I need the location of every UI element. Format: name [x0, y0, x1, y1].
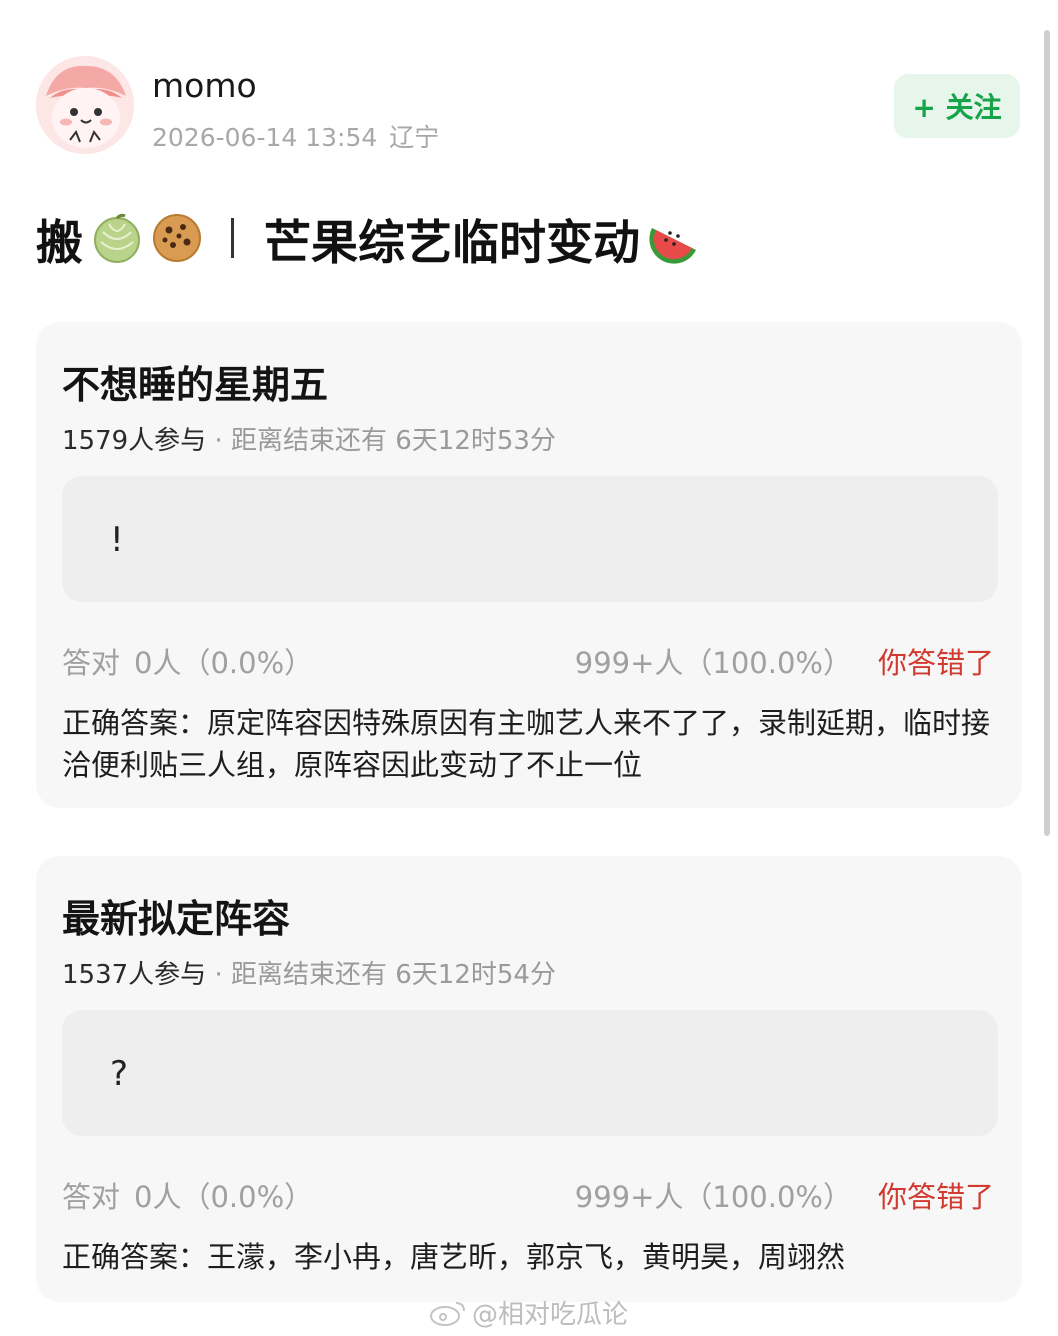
answer-option[interactable]: ! — [62, 476, 998, 602]
melon-icon — [94, 213, 140, 263]
wrong-stat: 999+人（100.0%） 你答错了 — [575, 640, 994, 682]
post-datetime: 2026-06-14 13:54 — [152, 123, 378, 152]
avatar-image — [36, 56, 134, 154]
quiz-participants: 1537人参与 — [62, 960, 207, 990]
correct-answer: 正确答案：原定阵容因特殊原因有主咖艺人来不了了，录制延期，临时接洽便利贴三人组，… — [62, 706, 991, 782]
correct-answer: 正确答案：王濛，李小冉，唐艺昕，郭京飞，黄明昊，周翊然 — [62, 1240, 846, 1274]
quiz-countdown: · 距离结束还有 6天12时54分 — [214, 960, 556, 990]
correct-count: 0人（0.0%） — [134, 1180, 314, 1214]
follow-button[interactable]: + 关注 — [894, 74, 1020, 138]
quiz-meta: 1537人参与 · 距离结束还有 6天12时54分 — [62, 954, 556, 991]
quiz-card: 不想睡的星期五 1579人参与 · 距离结束还有 6天12时53分 ! 答对 0人… — [36, 322, 1022, 808]
title-separator — [231, 218, 234, 258]
avatar[interactable] — [36, 56, 134, 154]
quiz-title: 最新拟定阵容 — [62, 897, 291, 941]
post-title-prefix: 搬 — [36, 215, 83, 271]
username[interactable]: momo — [152, 66, 257, 105]
scrollbar[interactable] — [1044, 30, 1050, 836]
post-title: 搬 芒果综艺临时变动 — [36, 206, 700, 271]
quiz-title: 不想睡的星期五 — [62, 363, 329, 407]
post-location: 辽宁 — [389, 123, 440, 152]
watermark: @相对吃瓜论 — [428, 1294, 628, 1330]
correct-stat: 答对 0人（0.0%） — [62, 1174, 327, 1216]
answer-option-text: ? — [110, 1054, 129, 1094]
wrong-count: 999+人（100.0%） — [574, 1180, 852, 1214]
result-label: 你答错了 — [877, 646, 994, 680]
answer-option-text: ! — [110, 520, 124, 560]
wrong-count: 999+人（100.0%） — [574, 646, 852, 680]
post-meta: 2026-06-14 13:54 辽宁 — [152, 118, 451, 154]
correct-label: 答对 — [62, 1180, 121, 1214]
post-title-main: 芒果综艺临时变动 — [264, 215, 640, 271]
result-label: 你答错了 — [877, 1180, 994, 1214]
quiz-participants: 1579人参与 — [62, 426, 207, 456]
correct-count: 0人（0.0%） — [134, 646, 314, 680]
wrong-stat: 999+人（100.0%） 你答错了 — [575, 1174, 994, 1216]
answer-option[interactable]: ? — [62, 1010, 998, 1136]
weibo-icon — [430, 1302, 465, 1326]
watermelon-icon — [649, 228, 696, 264]
correct-stat: 答对 0人（0.0%） — [62, 640, 327, 682]
watermark-text: @相对吃瓜论 — [472, 1299, 629, 1330]
quiz-countdown: · 距离结束还有 6天12时53分 — [214, 426, 556, 456]
quiz-card: 最新拟定阵容 1537人参与 · 距离结束还有 6天12时54分 ? 答对 0人（… — [36, 856, 1022, 1302]
correct-label: 答对 — [62, 646, 121, 680]
quiz-meta: 1579人参与 · 距离结束还有 6天12时53分 — [62, 420, 556, 457]
cookie-icon — [153, 214, 201, 262]
